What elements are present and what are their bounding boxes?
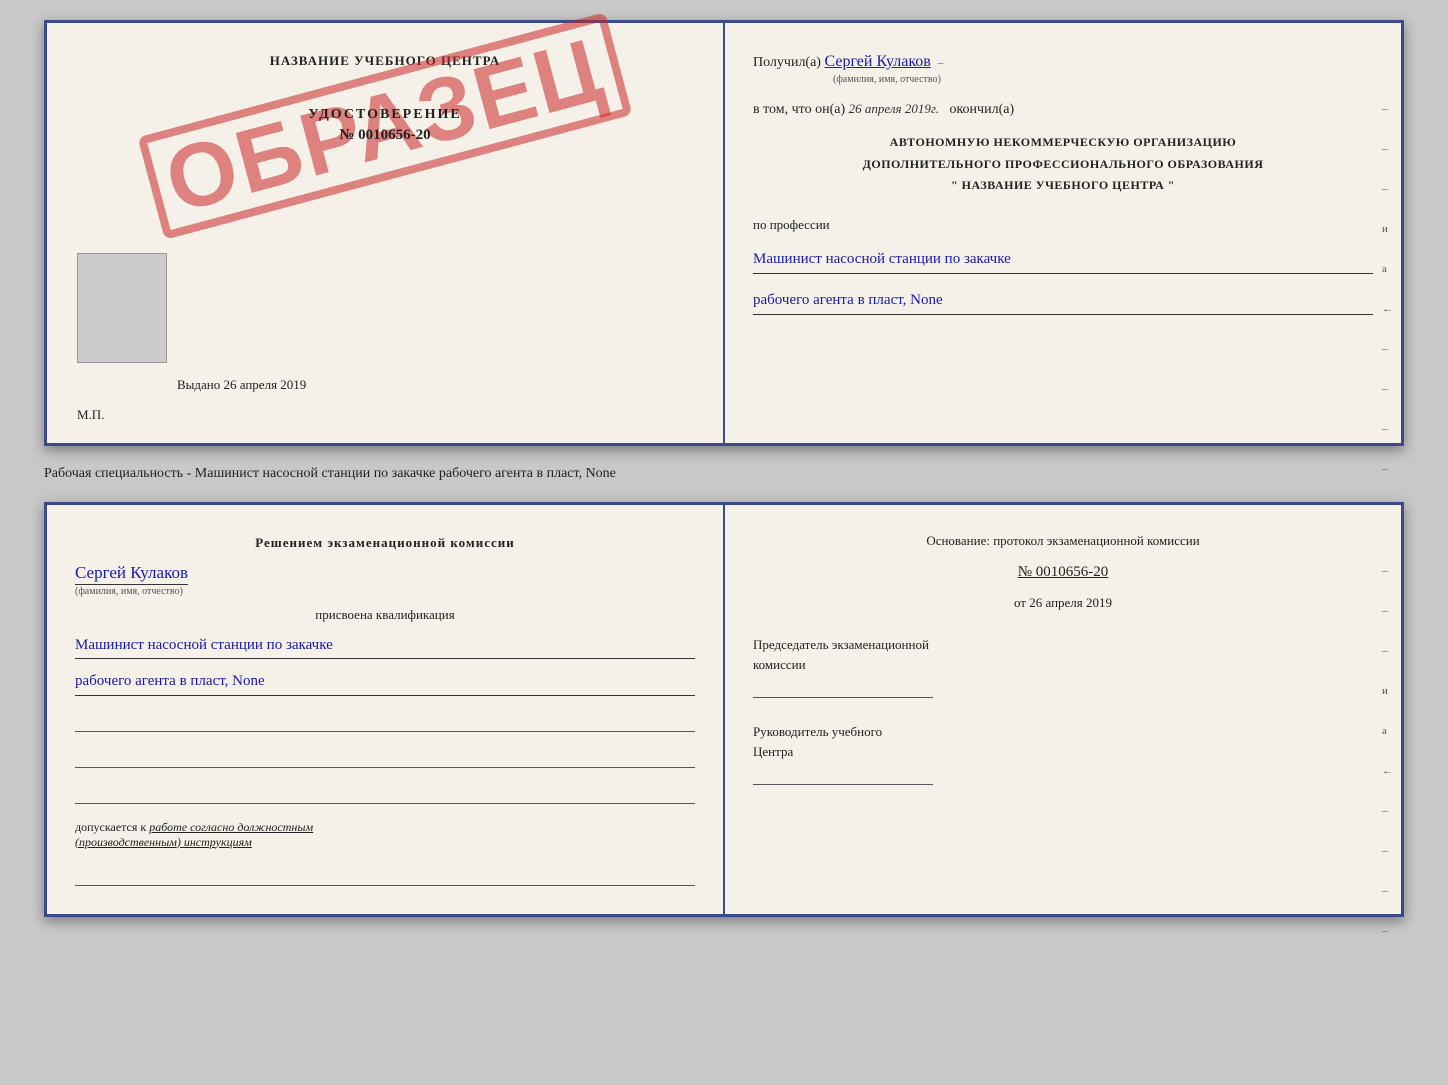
person-name-block: Сергей Кулаков (фамилия, имя, отчество) (75, 563, 695, 597)
blank-lines (75, 714, 695, 804)
middle-text: Рабочая специальность - Машинист насосно… (44, 462, 1404, 486)
protocol-number: № 0010656-20 (1018, 564, 1109, 580)
chairman-block: Председатель экзаменационной комиссии (753, 635, 1373, 698)
middle-text-content: Рабочая специальность - Машинист насосно… (44, 466, 616, 481)
bottom-document: Решением экзаменационной комиссии Сергей… (44, 502, 1404, 917)
issued-date: Выдано 26 апреля 2019 (177, 377, 306, 393)
org-block: АВТОНОМНУЮ НЕКОММЕРЧЕСКУЮ ОРГАНИЗАЦИЮ ДО… (753, 132, 1373, 197)
chairman-label: Председатель экзаменационной комиссии (753, 635, 1373, 674)
bottom-doc-right: Основание: протокол экзаменационной коми… (725, 505, 1401, 914)
protocol-date-prefix: от (1014, 595, 1026, 610)
chairman-sig-line (753, 680, 933, 698)
допускается-block: допускается к работе согласно должностны… (75, 820, 695, 850)
bottom-doc-left: Решением экзаменационной комиссии Сергей… (47, 505, 725, 914)
head-label: Руководитель учебного Центра (753, 722, 1373, 761)
date-value: 26 апреля 2019г. (849, 101, 939, 116)
blank-line-4 (75, 868, 695, 886)
profession-label: по профессии (753, 217, 1373, 233)
udostoverenie-block: УДОСТОВЕРЕНИЕ № 0010656-20 (308, 107, 461, 144)
side-marks-bottom: – – – и а ← – – – – (1382, 565, 1393, 937)
допускается-text2: (производственным) инструкциям (75, 835, 252, 849)
school-name-top: НАЗВАНИЕ УЧЕБНОГО ЦЕНТРА (270, 53, 501, 69)
photo-placeholder (77, 253, 167, 363)
допускается-prefix: допускается к (75, 820, 146, 834)
blank-line-2 (75, 750, 695, 768)
head-sig-line (753, 767, 933, 785)
osnov-title: Основание: протокол экзаменационной коми… (753, 533, 1373, 549)
blank-line-1 (75, 714, 695, 732)
protocol-number-block: № 0010656-20 (753, 563, 1373, 581)
protocol-date-value: 26 апреля 2019 (1029, 595, 1112, 610)
issued-date-value: 26 апреля 2019 (224, 377, 307, 392)
received-name: Сергей Кулаков (824, 53, 930, 70)
top-document: НАЗВАНИЕ УЧЕБНОГО ЦЕНТРА ОБРАЗЕЦ УДОСТОВ… (44, 20, 1404, 446)
protocol-date-block: от 26 апреля 2019 (753, 595, 1373, 611)
received-hint: (фамилия, имя, отчество) (833, 74, 941, 85)
org-line2: ДОПОЛНИТЕЛЬНОГО ПРОФЕССИОНАЛЬНОГО ОБРАЗО… (753, 154, 1373, 176)
date-line: в том, что он(а) 26 апреля 2019г. окончи… (753, 101, 1373, 118)
commission-title: Решением экзаменационной комиссии (75, 533, 695, 553)
udost-number: № 0010656-20 (308, 127, 461, 144)
issued-label: Выдано (177, 377, 220, 392)
top-doc-right: Получил(а) Сергей Кулаков – (фамилия, им… (725, 23, 1401, 443)
qual-value1: Машинист насосной станции по закачке (75, 633, 695, 660)
head-block: Руководитель учебного Центра (753, 722, 1373, 785)
mp-label: М.П. (77, 407, 104, 423)
qual-value2: рабочего агента в пласт, None (75, 669, 695, 696)
date-postfix: окончил(а) (949, 102, 1014, 117)
qual-assigned-label: присвоена квалификация (75, 607, 695, 623)
blank-line-3 (75, 786, 695, 804)
profession-value1: Машинист насосной станции по закачке (753, 247, 1373, 274)
profession-value2: рабочего агента в пласт, None (753, 288, 1373, 315)
org-line3: " НАЗВАНИЕ УЧЕБНОГО ЦЕНТРА " (753, 175, 1373, 197)
udost-title: УДОСТОВЕРЕНИЕ (308, 107, 461, 123)
date-prefix: в том, что он(а) (753, 102, 845, 117)
received-line: Получил(а) Сергей Кулаков – (фамилия, им… (753, 53, 1373, 87)
top-doc-left: НАЗВАНИЕ УЧЕБНОГО ЦЕНТРА ОБРАЗЕЦ УДОСТОВ… (47, 23, 725, 443)
person-hint: (фамилия, имя, отчество) (75, 586, 695, 597)
org-line1: АВТОНОМНУЮ НЕКОММЕРЧЕСКУЮ ОРГАНИЗАЦИЮ (753, 132, 1373, 154)
person-name: Сергей Кулаков (75, 563, 188, 585)
допускается-text: работе согласно должностным (149, 820, 313, 834)
received-label: Получил(а) (753, 55, 821, 70)
side-marks: – – – и а ← – – – – (1382, 103, 1393, 475)
